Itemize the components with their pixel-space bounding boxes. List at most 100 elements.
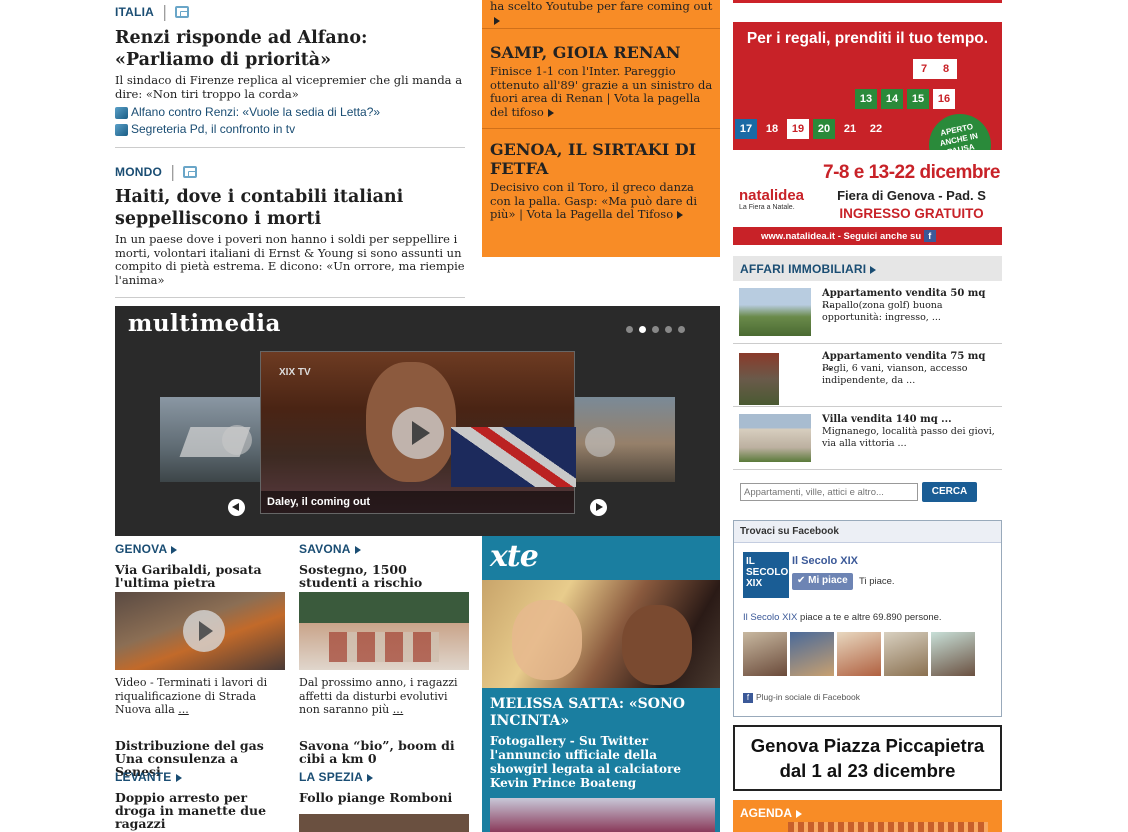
related-link[interactable]: Segreteria Pd, il confronto in tv (115, 121, 465, 138)
video-thumb-prev[interactable] (160, 397, 260, 482)
ad-top-strip (733, 0, 1002, 3)
summary: In un paese dove i poveri non hanno i so… (115, 232, 465, 287)
play-icon[interactable] (392, 407, 444, 459)
xte-logo: xte (490, 539, 539, 574)
news-image[interactable] (115, 592, 285, 670)
calendar-number-tile: 13 (855, 89, 877, 109)
calendar-number-tile: 19 (787, 119, 809, 139)
more-link[interactable]: ... (393, 703, 404, 716)
more-link[interactable]: ... (178, 703, 189, 716)
prev-arrow-icon[interactable] (228, 499, 245, 516)
section-label[interactable]: SAVONA (299, 542, 469, 556)
avatar[interactable] (931, 632, 975, 676)
agenda-image (788, 822, 988, 832)
facebook-icon: f (923, 230, 936, 242)
xte-image[interactable] (482, 580, 720, 688)
ad-url: www.natalidea.it - Seguici anche su f (761, 230, 936, 242)
arrow-icon (367, 773, 374, 782)
summary[interactable]: Finisce 1-1 con l'Inter. Pareggio ottenu… (490, 64, 716, 119)
headline[interactable]: Follo piange Romboni (299, 791, 469, 804)
dot[interactable] (678, 326, 685, 333)
video-caption[interactable]: Daley, il coming out (267, 496, 370, 508)
ad-dates: 7-8 e 13-22 dicembre (823, 162, 1000, 183)
calendar-number-tile: 21 (839, 119, 861, 139)
comments-icon[interactable] (183, 165, 198, 178)
facebook-widget: Trovaci su Facebook IL SECOLO XIX Il Sec… (733, 520, 1002, 717)
property-title[interactable]: Villa vendita 140 mq ... (822, 414, 997, 425)
news-image[interactable] (299, 814, 469, 832)
list-item[interactable]: Villa vendita 140 mq ... Mignanego, loca… (733, 407, 1002, 470)
list-item[interactable]: Appartamento vendita 50 mq ... Rapallo(z… (733, 281, 1002, 344)
fb-plugin: f Plug-in sociale di Facebook (743, 692, 860, 703)
headline[interactable]: GENOA, IL SIRTAKI DI FETFA (490, 140, 716, 178)
section-label: AFFARI IMMOBILIARI (740, 262, 877, 276)
section-label: AGENDA (740, 806, 803, 820)
ad-place: Fiera di Genova - Pad. S (837, 188, 986, 203)
bookmark-icon (115, 123, 128, 136)
play-icon (585, 427, 615, 457)
headline[interactable]: Sostegno, 1500 studenti a rischio (299, 563, 469, 589)
section-label[interactable]: ITALIA (115, 5, 154, 19)
headline[interactable]: Haiti, dove i contabili italiani seppell… (115, 186, 465, 230)
agenda-box[interactable]: AGENDA (733, 800, 1002, 832)
summary[interactable]: Decisivo con il Toro, il greco danza con… (490, 180, 716, 222)
avatar[interactable] (837, 632, 881, 676)
local-levante: LEVANTE Doppio arresto per droga in mane… (115, 770, 285, 832)
ad-brand-sub: La Fiera a Natale. (739, 204, 795, 211)
headline[interactable]: Savona “bio”, boom di cibi a km 0 (299, 739, 469, 765)
list-item[interactable]: Appartamento vendita 75 mq ... Pegli, 6 … (733, 344, 1002, 407)
avatar[interactable] (743, 632, 787, 676)
local-laspezia: LA SPEZIA Follo piange Romboni (299, 770, 469, 832)
affari-header[interactable]: AFFARI IMMOBILIARI (733, 256, 1002, 281)
headline[interactable]: SAMP, GIOIA RENAN (490, 43, 716, 62)
avatar[interactable] (884, 632, 928, 676)
property-search-input[interactable] (740, 483, 918, 501)
dot[interactable] (652, 326, 659, 333)
calendar-number-tile: 14 (881, 89, 903, 109)
next-arrow-icon[interactable] (590, 499, 607, 516)
video-thumb-next[interactable] (575, 397, 675, 482)
like-button[interactable]: ✔ Mi piace (792, 573, 853, 590)
ad-free: INGRESSO GRATUITO (839, 206, 984, 221)
dot[interactable] (626, 326, 633, 333)
property-desc: Mignanego, località passo dei giovi, via… (822, 426, 995, 449)
fans-avatars (743, 632, 975, 676)
fb-heading: Trovaci su Facebook (734, 521, 1001, 543)
divider (115, 297, 465, 298)
search-button[interactable]: CERCA (922, 482, 977, 502)
headline[interactable]: Doppio arresto per droga in manette due … (115, 791, 285, 830)
property-desc: Rapallo(zona golf) buona opportunità: in… (822, 300, 943, 323)
section-label[interactable]: LA SPEZIA (299, 770, 469, 784)
section-label[interactable]: GENOVA (115, 542, 285, 556)
dot-active[interactable] (639, 326, 646, 333)
related-link[interactable]: Alfano contro Renzi: «Vuole la sedia di … (115, 104, 465, 121)
arrow-icon (354, 545, 361, 554)
comments-icon[interactable] (175, 5, 190, 18)
natalidea-ad[interactable]: Per i regali, prenditi il tuo tempo. 781… (733, 22, 1002, 245)
secolo-logo[interactable]: IL SECOLO XIX (743, 552, 789, 598)
carousel-dots (626, 326, 685, 333)
like-note: Ti piace. (859, 576, 895, 587)
calendar-number-tile: 8 (935, 59, 957, 79)
banner-line2: dal 1 al 23 dicembre (779, 760, 956, 781)
dot[interactable] (665, 326, 672, 333)
summary[interactable]: Fotogallery - Su Twitter l'annuncio uffi… (490, 734, 715, 790)
ad-calendar: 7 8 13 14 15 16 17 18 19 20 21 22 (735, 57, 957, 147)
headline[interactable]: MELISSA SATTA: «SONO INCINTA» (490, 696, 715, 730)
arrow-icon (171, 545, 178, 554)
piazza-banner[interactable]: Genova Piazza Piccapietra dal 1 al 23 di… (733, 725, 1002, 791)
section-label[interactable]: LEVANTE (115, 770, 285, 784)
bookmark-icon (115, 106, 128, 119)
xte-image[interactable] (490, 798, 715, 832)
fb-page-name[interactable]: Il Secolo XIX (792, 555, 858, 567)
headline[interactable]: Renzi risponde ad Alfano: «Parliamo di p… (115, 27, 465, 71)
video-player[interactable]: XIX TV Daley, il coming out (260, 351, 576, 514)
teaser-text[interactable]: ha scelto Youtube per fare coming out (490, 0, 715, 27)
section-label[interactable]: MONDO (115, 165, 162, 179)
multimedia-box: multimedia XIX TV Daley, il coming out (115, 306, 720, 536)
headline[interactable]: Via Garibaldi, posata l'ultima pietra (115, 563, 285, 589)
avatar[interactable] (790, 632, 834, 676)
property-image (739, 288, 811, 336)
calendar-number-tile: 22 (865, 119, 887, 139)
news-image[interactable] (299, 592, 469, 670)
